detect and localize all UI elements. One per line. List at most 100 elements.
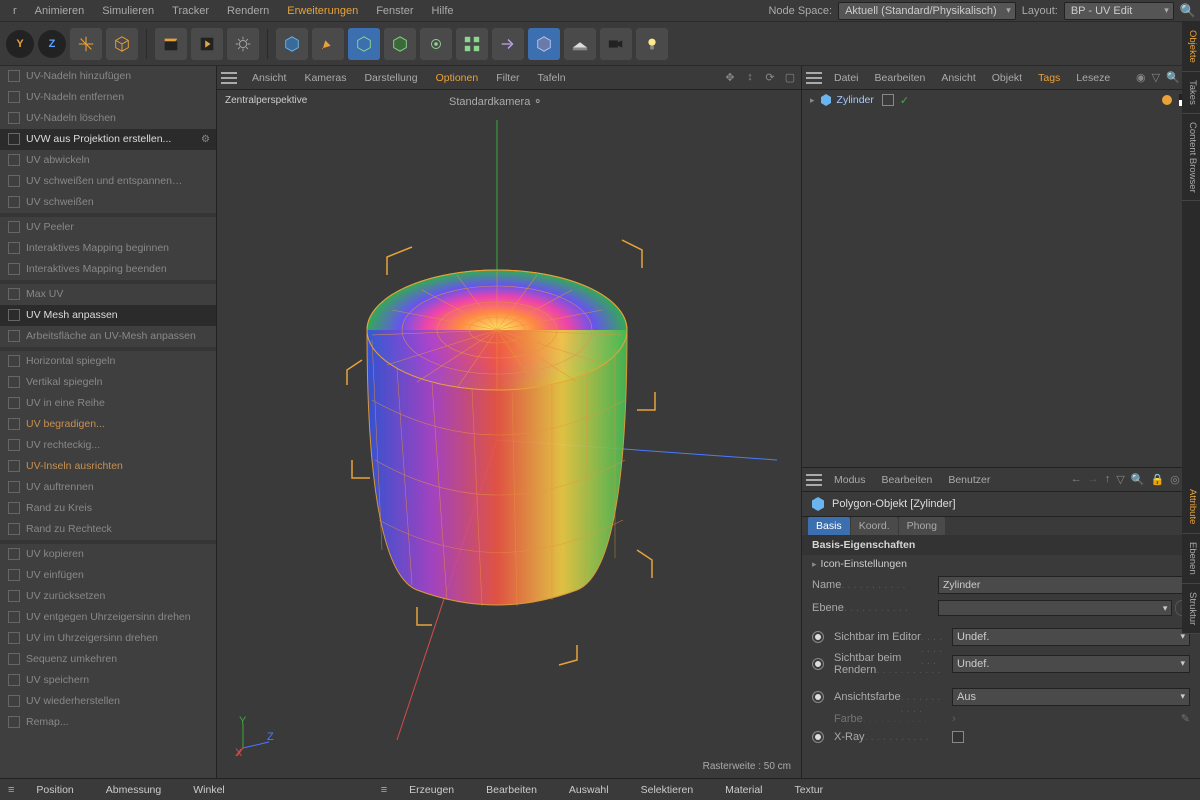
uv-command-item[interactable]: Sequenz umkehren <box>0 649 216 670</box>
nodespace-dropdown[interactable]: Aktuell (Standard/Physikalisch) <box>838 2 1016 20</box>
icon-settings-row[interactable]: Icon-Einstellungen <box>802 555 1200 573</box>
uv-command-item[interactable]: UV-Nadeln hinzufügen <box>0 66 216 87</box>
gear-icon[interactable] <box>227 28 259 60</box>
field-icon[interactable] <box>420 28 452 60</box>
uv-command-item[interactable]: UV in eine Reihe <box>0 393 216 414</box>
uv-command-item[interactable]: UV auftrennen <box>0 477 216 498</box>
colorpicker-icon[interactable]: ✎ <box>1181 712 1190 725</box>
uv-command-item[interactable]: UV begradigen... <box>0 414 216 435</box>
cube-tool-icon[interactable] <box>106 28 138 60</box>
bottom-item[interactable]: Material <box>709 784 778 796</box>
play-icon[interactable] <box>191 28 223 60</box>
menu-item[interactable]: Simulieren <box>93 2 163 20</box>
sidetab-ebenen[interactable]: Ebenen <box>1182 534 1200 584</box>
bottom-item[interactable]: Position <box>20 784 89 796</box>
cube-primitive-icon[interactable] <box>276 28 308 60</box>
menu-item[interactable]: r <box>4 2 26 20</box>
menu-item[interactable]: Fenster <box>367 2 422 20</box>
uv-command-item[interactable]: Rand zu Kreis <box>0 498 216 519</box>
deformer-icon[interactable] <box>348 28 380 60</box>
axis-y-button[interactable]: Y <box>6 30 34 58</box>
uv-command-item[interactable]: UV kopieren <box>0 544 216 565</box>
arrow-tool-icon[interactable] <box>492 28 524 60</box>
vis-editor-dropdown[interactable]: Undef. <box>952 628 1190 646</box>
floor-icon[interactable] <box>564 28 596 60</box>
nav-up-icon[interactable]: ↑ <box>1104 473 1112 486</box>
sidetab-struktur[interactable]: Struktur <box>1182 584 1200 634</box>
lock-icon[interactable]: 🔒 <box>1149 473 1165 486</box>
uv-command-item[interactable]: Arbeitsfläche an UV-Mesh anpassen <box>0 326 216 347</box>
object-name[interactable]: Zylinder <box>837 94 874 106</box>
xray-checkbox[interactable] <box>952 731 964 743</box>
uv-command-item[interactable]: UV Peeler <box>0 217 216 238</box>
uv-command-item[interactable]: UV rechteckig... <box>0 435 216 456</box>
expand-tri-icon[interactable]: ▸ <box>810 95 815 106</box>
generator-icon[interactable] <box>384 28 416 60</box>
uv-command-item[interactable]: UV speichern <box>0 670 216 691</box>
hamburger-icon[interactable] <box>806 474 822 486</box>
phong-tag-icon[interactable] <box>1160 93 1174 107</box>
menu-item[interactable]: Rendern <box>218 2 278 20</box>
uv-command-item[interactable]: UV-Inseln ausrichten <box>0 456 216 477</box>
bottom-item[interactable]: Abmessung <box>90 784 177 796</box>
vp-menu-item[interactable]: Darstellung <box>357 69 424 87</box>
attr-menu-item[interactable]: Modus <box>828 471 872 489</box>
bottom-item[interactable]: Textur <box>779 784 840 796</box>
uv-command-item[interactable]: Max UV <box>0 284 216 305</box>
menu-item[interactable]: Erweiterungen <box>278 2 367 20</box>
layer-dropdown[interactable] <box>938 600 1172 616</box>
bottom-item[interactable]: Auswahl <box>553 784 625 796</box>
bottom-item[interactable]: Selektieren <box>625 784 710 796</box>
search-icon[interactable]: 🔍 <box>1180 3 1196 19</box>
radio-icon[interactable] <box>812 691 824 703</box>
camera-icon[interactable] <box>600 28 632 60</box>
menu-item[interactable]: Tracker <box>163 2 218 20</box>
radio-icon[interactable] <box>812 731 824 743</box>
radio-icon[interactable] <box>812 658 824 670</box>
attr-menu-item[interactable]: Benutzer <box>942 471 996 489</box>
uv-command-item[interactable]: Interaktives Mapping beginnen <box>0 238 216 259</box>
vp-menu-item[interactable]: Ansicht <box>245 69 293 87</box>
hamburger-icon[interactable] <box>806 72 822 84</box>
hamburger-icon[interactable] <box>221 72 237 84</box>
hamburger-icon[interactable]: ≡ <box>8 784 14 796</box>
uv-command-item[interactable]: UV zurücksetzen <box>0 586 216 607</box>
uv-command-item[interactable]: UV im Uhrzeigersinn drehen <box>0 628 216 649</box>
filter-icon[interactable]: ▽ <box>1151 71 1161 84</box>
uv-command-item[interactable]: UVW aus Projektion erstellen... <box>0 129 216 150</box>
search-icon[interactable]: 🔍 <box>1130 473 1146 486</box>
nav-fwd-icon[interactable]: → <box>1087 473 1100 486</box>
radio-icon[interactable] <box>812 631 824 643</box>
uv-command-item[interactable]: UV einfügen <box>0 565 216 586</box>
uv-command-item[interactable]: Remap... <box>0 712 216 733</box>
hexagon-icon[interactable] <box>528 28 560 60</box>
menu-item[interactable]: Hilfe <box>422 2 462 20</box>
maximize-view-icon[interactable]: ▢ <box>783 71 797 85</box>
menu-item[interactable]: Animieren <box>26 2 94 20</box>
attr-menu-item[interactable]: Bearbeiten <box>876 471 939 489</box>
bottom-item[interactable]: Erzeugen <box>393 784 470 796</box>
hamburger-icon[interactable]: ≡ <box>381 784 387 796</box>
visibility-toggle[interactable] <box>882 94 894 106</box>
clapboard-icon[interactable] <box>155 28 187 60</box>
uv-command-item[interactable]: UV wiederherstellen <box>0 691 216 712</box>
enable-dot-icon[interactable]: ✓ <box>900 94 909 107</box>
uv-command-item[interactable]: UV schweißen <box>0 192 216 213</box>
light-icon[interactable] <box>636 28 668 60</box>
tab-phong[interactable]: Phong <box>899 517 945 535</box>
vp-menu-item[interactable]: Optionen <box>429 69 486 87</box>
rotate-view-icon[interactable]: ⟳ <box>763 71 777 85</box>
uv-command-item[interactable]: Vertikal spiegeln <box>0 372 216 393</box>
obj-menu-item[interactable]: Tags <box>1032 69 1066 87</box>
obj-menu-item[interactable]: Bearbeiten <box>869 69 932 87</box>
viewport-canvas[interactable]: Zentralperspektive Standardkamera ⚬ <box>217 90 801 778</box>
sidetab-content[interactable]: Content Browser <box>1182 114 1200 202</box>
vp-menu-item[interactable]: Tafeln <box>531 69 573 87</box>
nav-back-icon[interactable]: ← <box>1070 473 1083 486</box>
obj-menu-item[interactable]: Datei <box>828 69 865 87</box>
uv-command-item[interactable]: Horizontal spiegeln <box>0 351 216 372</box>
uv-command-item[interactable]: UV abwickeln <box>0 150 216 171</box>
vp-menu-item[interactable]: Kameras <box>297 69 353 87</box>
sidetab-takes[interactable]: Takes <box>1182 72 1200 114</box>
zoom-view-icon[interactable]: ↕ <box>743 71 757 85</box>
